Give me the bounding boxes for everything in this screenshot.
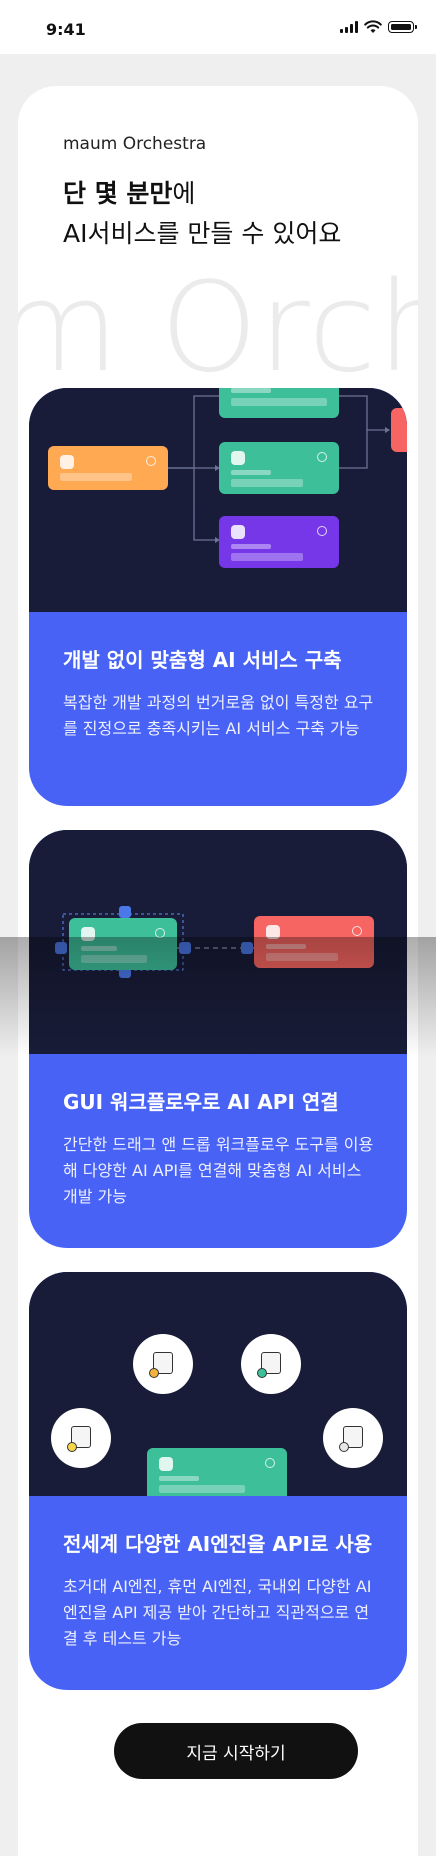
battery-icon	[388, 21, 417, 33]
check-circle-icon	[317, 526, 327, 536]
watermark-text: m Orche	[18, 256, 418, 400]
feature-title-3: 전세계 다양한 AI엔진을 API로 사용	[63, 1532, 373, 1556]
status-time: 9:41	[46, 20, 86, 39]
feature-desc-2: 간단한 드래그 앤 드롭 워크플로우 도구를 이용해 다양한 AI API를 연…	[63, 1135, 374, 1206]
workflow-node-dragged[interactable]	[69, 918, 177, 970]
main-card: maum Orchestra 단 몇 분만에 AI서비스를 만들 수 있어요 m…	[18, 86, 418, 1856]
start-now-button[interactable]: 지금 시작하기	[114, 1723, 358, 1779]
engine-icon	[133, 1334, 193, 1394]
workflow-connectors	[168, 395, 390, 543]
node-icon	[159, 1457, 173, 1471]
feature-desc-1: 복잡한 개발 과정의 번거로움 없이 특정한 요구를 진정으로 충족시키는 AI…	[63, 693, 374, 738]
brand-name: maum Orchestra	[63, 134, 207, 154]
feature-card-2: GUI 워크플로우로 AI API 연결 간단한 드래그 앤 드롭 워크플로우 …	[29, 830, 407, 1248]
engine-icon	[51, 1408, 111, 1468]
signal-icon	[340, 21, 358, 33]
engine-icon	[323, 1408, 383, 1468]
workflow-node-red	[391, 408, 407, 452]
feature-title-1: 개발 없이 맞춤형 AI 서비스 구축	[63, 648, 342, 672]
workflow-node-purple	[219, 516, 339, 568]
workflow-visual-2	[29, 830, 407, 1054]
feature-desc-3: 초거대 AI엔진, 휴먼 AI엔진, 국내외 다양한 AI 엔진을 API 제공…	[63, 1577, 372, 1648]
feature-card-3: 전세계 다양한 AI엔진을 API로 사용 초거대 AI엔진, 휴먼 AI엔진,…	[29, 1272, 407, 1690]
check-circle-icon	[155, 928, 165, 938]
workflow-visual-1	[29, 388, 407, 612]
workflow-node-target	[254, 916, 374, 968]
headline: 단 몇 분만에 AI서비스를 만들 수 있어요	[63, 174, 341, 254]
node-icon	[231, 451, 245, 465]
check-circle-icon	[265, 1458, 275, 1468]
check-circle-icon	[146, 456, 156, 466]
engine-icon	[241, 1334, 301, 1394]
headline-tail: 에	[172, 179, 196, 208]
feature-card-1: 개발 없이 맞춤형 AI 서비스 구축 복잡한 개발 과정의 번거로움 없이 특…	[29, 388, 407, 806]
headline-line2: AI서비스를 만들 수 있어요	[63, 219, 342, 248]
node-icon	[266, 925, 280, 939]
node-icon	[231, 525, 245, 539]
status-bar: 9:41	[0, 0, 436, 54]
node-icon	[60, 455, 74, 469]
check-circle-icon	[317, 452, 327, 462]
feature-title-2: GUI 워크플로우로 AI API 연결	[63, 1090, 339, 1114]
wifi-icon	[364, 20, 382, 33]
engines-visual	[29, 1272, 407, 1496]
workflow-node-green-top	[219, 388, 339, 418]
node-icon	[81, 927, 95, 941]
headline-bold: 단 몇 분만	[63, 179, 173, 208]
check-circle-icon	[352, 926, 362, 936]
workflow-node-engine	[147, 1448, 287, 1496]
status-icons	[340, 20, 417, 34]
workflow-node-start	[48, 446, 168, 490]
workflow-node-green	[219, 442, 339, 494]
